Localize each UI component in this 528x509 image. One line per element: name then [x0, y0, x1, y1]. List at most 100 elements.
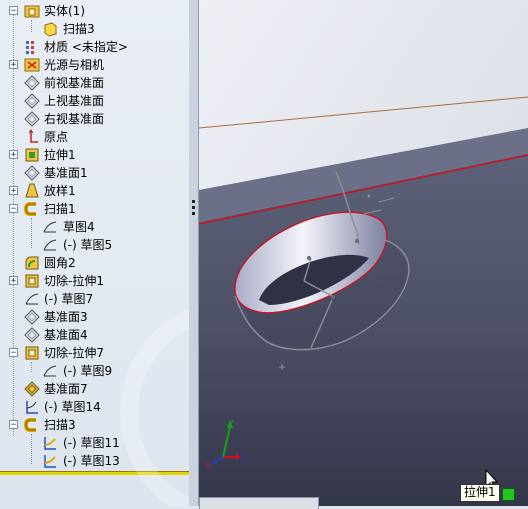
tree-item-label: 基准面4	[44, 328, 88, 342]
rollback-bar[interactable]	[0, 471, 189, 475]
tree-item-plane7[interactable]: 基准面7	[0, 380, 189, 398]
tree-item-sketch4[interactable]: 草图4	[0, 218, 189, 236]
tree-item-plane4[interactable]: 基准面4	[0, 326, 189, 344]
model-view[interactable]: Y X Z	[199, 0, 528, 506]
tree-item-plane3[interactable]: 基准面3	[0, 308, 189, 326]
tree-item-label: 基准面1	[44, 166, 88, 180]
cut-extrude-icon	[25, 274, 39, 288]
plane-icon	[24, 75, 40, 91]
tree-item-label: 基准面7	[44, 382, 88, 396]
sketch-icon	[43, 221, 57, 233]
tree-item-extrude1[interactable]: + 拉伸1	[0, 146, 189, 164]
tree-item-label: 原点	[44, 130, 69, 144]
tree-item-front-plane[interactable]: 前视基准面	[0, 74, 189, 92]
tree-item-label: 右视基准面	[44, 112, 105, 126]
tree-item-fillet2[interactable]: 圆角2	[0, 254, 189, 272]
sketch-icon	[25, 293, 39, 305]
status-indicator-icon	[502, 488, 515, 501]
sketch-icon	[26, 401, 38, 414]
tree-item-label: (-) 草图5	[63, 238, 113, 252]
triad-y-label: Y	[228, 419, 234, 428]
tree-item-plane1[interactable]: 基准面1	[0, 164, 189, 182]
tree-item-sketch5[interactable]: (-) 草图5	[0, 236, 189, 254]
tree-item-label: (-) 草图11	[63, 436, 120, 450]
tree-item-origin[interactable]: 原点	[0, 128, 189, 146]
sketch-point[interactable]	[355, 239, 359, 243]
tree-item-label: 材质 <未指定>	[44, 40, 128, 54]
tree-item-label: 扫描3	[44, 418, 76, 432]
extrude-icon	[25, 148, 39, 162]
panel-splitter[interactable]	[189, 0, 199, 506]
sketch-point[interactable]	[331, 295, 335, 299]
tree-item-label: 圆角2	[44, 256, 76, 270]
tree-item-label: 拉伸1	[44, 148, 76, 162]
tree-item-material[interactable]: 材质 <未指定>	[0, 38, 189, 56]
triad-z-label: Z	[241, 453, 247, 462]
tree-item-solid-bodies[interactable]: − 实体(1)	[0, 2, 189, 20]
sketch-icon	[44, 437, 56, 450]
tree-item-loft1[interactable]: + 放样1	[0, 182, 189, 200]
expand-toggle[interactable]: +	[9, 60, 18, 70]
tree-item-label: 实体(1)	[44, 4, 85, 18]
plane-icon	[24, 381, 40, 397]
tree-item-top-plane[interactable]: 上视基准面	[0, 92, 189, 110]
plane-icon	[24, 327, 40, 343]
tree-item-sketch9[interactable]: (-) 草图9	[0, 362, 189, 380]
tree-item-label: 上视基准面	[44, 94, 105, 108]
tree-item-sweep1[interactable]: − 扫描1	[0, 200, 189, 218]
expand-toggle[interactable]: +	[9, 276, 18, 286]
tree-item-label: (-) 草图7	[44, 292, 94, 306]
tree-item-cut-extrude7[interactable]: − 切除-拉伸7	[0, 344, 189, 362]
sketch-point[interactable]	[307, 256, 311, 260]
hover-tooltip: 拉伸1	[460, 484, 500, 502]
expand-toggle[interactable]: +	[9, 186, 18, 196]
sweep-icon	[24, 202, 36, 216]
sketch-icon	[43, 365, 57, 377]
tree-item-sweep3[interactable]: − 扫描3	[0, 416, 189, 434]
plane-icon	[24, 111, 40, 127]
tree-item-sketch13[interactable]: (-) 草图13	[0, 452, 189, 470]
tree-item-label: 扫描1	[44, 202, 76, 216]
lights-cameras-icon	[24, 58, 40, 72]
tree-item-label: (-) 草图9	[63, 364, 113, 378]
tree-item-right-plane[interactable]: 右视基准面	[0, 110, 189, 128]
splitter-grip	[192, 200, 195, 203]
material-icon	[26, 41, 34, 54]
collapse-toggle[interactable]: −	[9, 6, 18, 16]
tree-item-label: (-) 草图13	[63, 454, 120, 468]
tree-item-label: 切除-拉伸7	[44, 346, 104, 360]
sketch-point[interactable]	[367, 194, 371, 198]
sweep-icon	[24, 418, 36, 432]
sketch-icon	[44, 455, 56, 468]
tree-item-sketch14[interactable]: (-) 草图14	[0, 398, 189, 416]
collapse-toggle[interactable]: −	[9, 420, 18, 430]
solid-bodies-folder-icon	[24, 5, 40, 18]
plane-icon	[24, 93, 40, 109]
tree-item-label: 草图4	[63, 220, 95, 234]
graphics-viewport[interactable]: Y X Z	[199, 0, 528, 506]
fillet-icon	[25, 256, 39, 270]
cut-extrude-icon	[25, 346, 39, 360]
tree-item-sketch7[interactable]: (-) 草图7	[0, 290, 189, 308]
tree-item-sketch11[interactable]: (-) 草图11	[0, 434, 189, 452]
splitter-grip	[192, 206, 195, 209]
tree-item-label: 基准面3	[44, 310, 88, 324]
tree-item-label: 扫描3	[63, 22, 95, 36]
tree-item-label: (-) 草图14	[44, 400, 101, 414]
collapse-toggle[interactable]: −	[9, 204, 18, 214]
splitter-grip	[192, 212, 195, 215]
tree-item-cut-extrude1[interactable]: + 切除-拉伸1	[0, 272, 189, 290]
collapse-toggle[interactable]: −	[9, 348, 18, 358]
tree-item-label: 光源与相机	[44, 58, 105, 72]
tree-item-label: 前视基准面	[44, 76, 105, 90]
tree-item-body-sweep3[interactable]: 扫描3	[0, 20, 189, 38]
plane-icon	[24, 165, 40, 181]
loft-icon	[25, 183, 39, 198]
triad-x-label: X	[205, 461, 211, 470]
feature-manager-tree: − 实体(1) 扫描3 材质 <未指定> + 光源与相机 前视基准面 上视基准面…	[0, 0, 190, 506]
expand-toggle[interactable]: +	[9, 150, 18, 160]
tree-item-lights-cameras[interactable]: + 光源与相机	[0, 56, 189, 74]
solid-body-icon	[44, 22, 57, 37]
plane-icon	[24, 309, 40, 325]
model-tab[interactable]	[199, 497, 319, 509]
